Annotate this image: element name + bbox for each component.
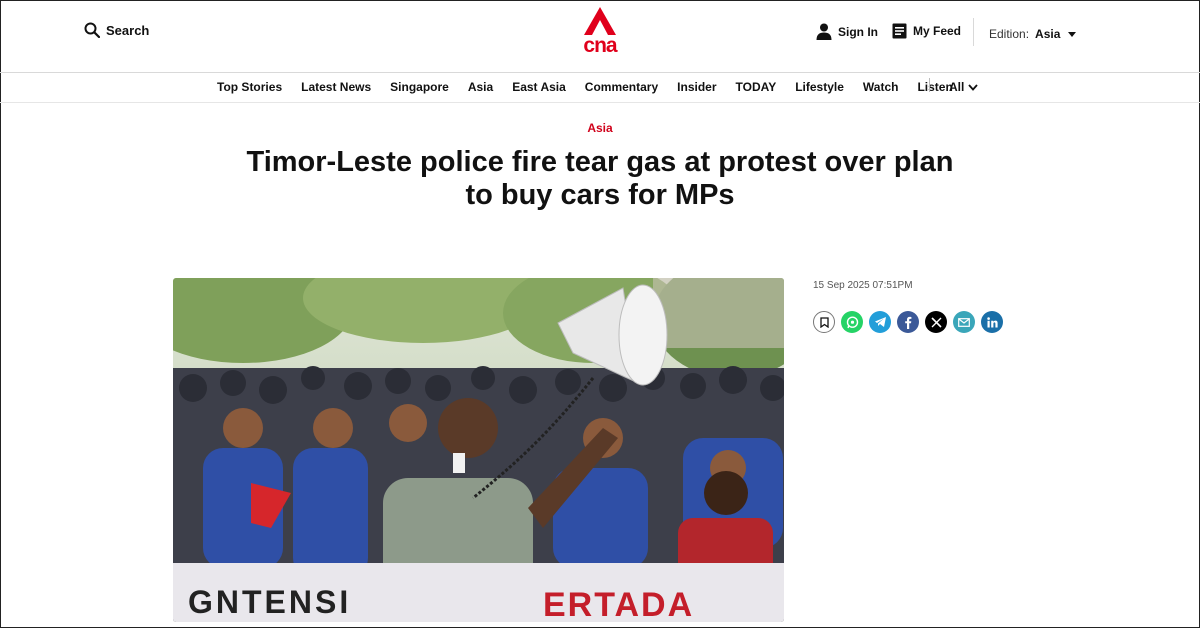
nav-item-asia[interactable]: Asia	[468, 80, 493, 94]
share-whatsapp-button[interactable]	[841, 311, 863, 333]
search-button[interactable]: Search	[84, 22, 149, 38]
nav-item-latest-news[interactable]: Latest News	[301, 80, 371, 94]
nav-item-east-asia[interactable]: East Asia	[512, 80, 566, 94]
sign-in-button[interactable]: Sign In	[816, 23, 878, 40]
share-linkedin-button[interactable]	[981, 311, 1003, 333]
headline-line-2: to buy cars for MPs	[465, 179, 735, 211]
cna-logo[interactable]: cna	[580, 7, 620, 57]
user-icon	[816, 23, 832, 40]
edition-label: Edition:	[989, 27, 1030, 41]
caret-down-icon	[1068, 31, 1077, 37]
nav-item-listen[interactable]: Listen	[917, 80, 952, 94]
my-feed-button[interactable]: My Feed	[892, 23, 961, 39]
site-header: Search cna Sign In My Feed Edition: Asia	[0, 0, 1200, 73]
nav-item-watch[interactable]: Watch	[863, 80, 899, 94]
my-feed-label: My Feed	[913, 24, 962, 38]
facebook-icon	[905, 316, 912, 329]
linkedin-icon	[986, 316, 998, 327]
feed-icon	[892, 23, 907, 39]
nav-items: Top Stories Latest News Singapore Asia E…	[217, 80, 953, 94]
x-icon	[930, 316, 942, 328]
nav-item-top-stories[interactable]: Top Stories	[217, 80, 282, 94]
header-divider	[973, 18, 974, 46]
article-category[interactable]: Asia	[0, 121, 1200, 135]
search-label: Search	[106, 22, 150, 38]
nav-all-label: All	[949, 80, 965, 94]
email-icon	[958, 317, 970, 327]
search-icon	[84, 22, 100, 38]
share-x-button[interactable]	[925, 311, 947, 333]
edition-value: Asia	[1035, 27, 1061, 41]
nav-divider	[929, 78, 930, 92]
edition-selector[interactable]: Edition: Asia	[989, 27, 1077, 41]
article-timestamp: 15 Sep 2025 07:51PM	[813, 280, 913, 291]
nav-all-menu[interactable]: All	[949, 80, 979, 94]
share-facebook-button[interactable]	[897, 311, 919, 333]
nav-item-insider[interactable]: Insider	[677, 80, 716, 94]
main-nav: Top Stories Latest News Singapore Asia E…	[0, 73, 1200, 103]
hero-image: GNTENSI ERTADA	[173, 278, 784, 622]
nav-item-today[interactable]: TODAY	[736, 80, 777, 94]
protest-photo: GNTENSI ERTADA	[173, 278, 784, 622]
headline-line-1: Timor-Leste police fire tear gas at prot…	[246, 146, 954, 178]
banner-text-right: ERTADA	[543, 586, 694, 622]
nav-item-lifestyle[interactable]: Lifestyle	[795, 80, 844, 94]
telegram-icon	[874, 317, 886, 327]
chevron-down-icon	[968, 83, 979, 91]
whatsapp-icon	[846, 315, 858, 328]
share-email-button[interactable]	[953, 311, 975, 333]
logo-mark-icon	[584, 7, 616, 35]
nav-item-commentary[interactable]: Commentary	[585, 80, 658, 94]
article-headline: Timor-Leste police fire tear gas at prot…	[200, 146, 1000, 212]
share-telegram-button[interactable]	[869, 311, 891, 333]
banner-text-left: GNTENSI	[188, 584, 351, 620]
bookmark-button[interactable]	[813, 311, 835, 333]
nav-item-singapore[interactable]: Singapore	[390, 80, 449, 94]
bookmark-icon	[819, 316, 829, 328]
sign-in-label: Sign In	[838, 24, 878, 39]
logo-text: cna	[583, 34, 617, 57]
share-bar	[813, 311, 1003, 333]
